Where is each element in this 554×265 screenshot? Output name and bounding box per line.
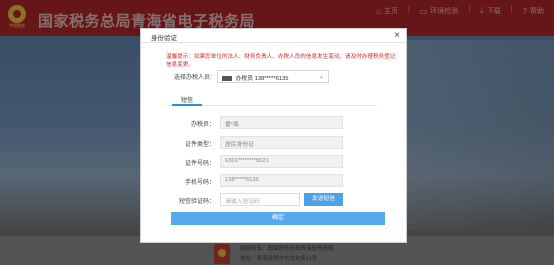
warning-notice: 温馨提示：如果您单位的法人、财务负责人、办税人员的信息发生变动，请及时办理税务登… xyxy=(166,54,396,68)
sms-code-input[interactable]: 请输入验证码 xyxy=(220,193,300,206)
phone-label: 手机号码： xyxy=(184,180,215,186)
operator-field: 雷*翡 xyxy=(220,116,343,129)
phone-field: 138*****6135 xyxy=(220,174,343,187)
tab-sms[interactable]: 短信 xyxy=(181,95,193,104)
id-type-label: 证件类型： xyxy=(184,142,215,148)
sms-code-label: 短信验证码： xyxy=(178,199,215,205)
taxpayer-select-value: 办税员 138*****6135 xyxy=(235,76,289,82)
chevron-down-icon: ⌄ xyxy=(318,74,324,80)
active-tab-indicator xyxy=(172,104,202,106)
redacted-name-block xyxy=(222,75,232,81)
operator-label: 办税员： xyxy=(190,122,215,128)
taxpayer-select-label: 选择办税人员: xyxy=(174,75,212,81)
close-icon[interactable]: × xyxy=(394,30,400,42)
verification-tabs: 短信 xyxy=(167,93,377,106)
id-type-field: 居民身份证 xyxy=(220,136,343,149)
dialog-title: 身份验证 xyxy=(151,35,177,42)
dialog-header: 身份验证 × xyxy=(141,29,406,43)
send-sms-button[interactable]: 发送短信 xyxy=(304,193,343,206)
confirm-button[interactable]: 确定 xyxy=(171,212,385,225)
id-number-label: 证件号码： xyxy=(184,161,215,167)
identity-verification-dialog: 身份验证 × 温馨提示：如果您单位的法人、财务负责人、办税人员的信息发生变动，请… xyxy=(140,28,407,243)
taxpayer-select[interactable]: 办税员 138*****6135 ⌄ xyxy=(217,70,329,83)
id-number-field: 6301********5621 xyxy=(220,155,343,168)
